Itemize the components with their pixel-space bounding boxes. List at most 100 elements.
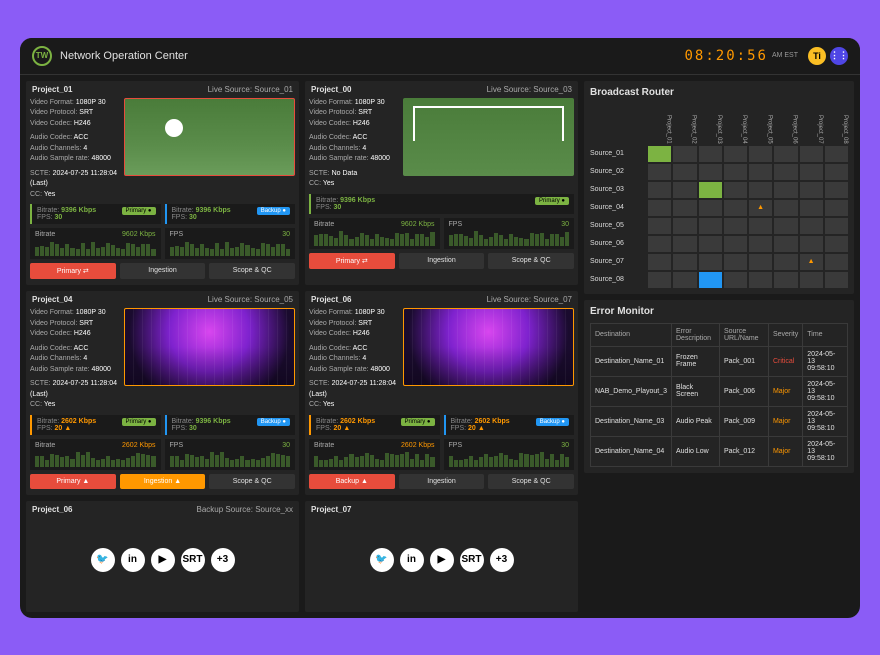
project-button[interactable]: Ingestion <box>120 263 206 279</box>
router-cell[interactable] <box>673 236 696 252</box>
router-cell[interactable] <box>825 200 848 216</box>
social-icon[interactable]: 🐦 <box>91 548 115 572</box>
router-cell[interactable] <box>825 272 848 288</box>
project-button[interactable]: Ingestion <box>399 253 485 269</box>
router-cell[interactable] <box>774 236 797 252</box>
router-cell[interactable] <box>749 218 772 234</box>
router-cell[interactable] <box>673 254 696 270</box>
router-cell[interactable] <box>800 218 823 234</box>
router-cell[interactable] <box>699 254 722 270</box>
router-cell[interactable] <box>825 182 848 198</box>
router-cell[interactable] <box>724 272 747 288</box>
router-cell[interactable] <box>724 146 747 162</box>
router-cell[interactable] <box>774 200 797 216</box>
router-cell[interactable] <box>724 182 747 198</box>
router-cell[interactable] <box>648 236 671 252</box>
router-cell[interactable] <box>648 146 671 162</box>
router-cell[interactable] <box>673 146 696 162</box>
router-cell[interactable] <box>800 200 823 216</box>
router-cell[interactable] <box>699 236 722 252</box>
router-cell[interactable] <box>699 272 722 288</box>
video-thumbnail[interactable] <box>124 98 295 176</box>
project-button[interactable]: Ingestion ▲ <box>120 474 206 489</box>
social-icon[interactable]: SRT <box>181 548 205 572</box>
project-button[interactable]: Scope & QC <box>209 263 295 279</box>
router-cell[interactable] <box>749 236 772 252</box>
social-icon[interactable]: +3 <box>211 548 235 572</box>
router-cell[interactable] <box>749 182 772 198</box>
router-col-header: Project_07 <box>800 104 823 144</box>
router-cell[interactable] <box>800 272 823 288</box>
router-cell[interactable] <box>825 236 848 252</box>
router-cell[interactable] <box>699 164 722 180</box>
project-button[interactable]: Backup ▲ <box>309 474 395 489</box>
router-cell[interactable] <box>673 218 696 234</box>
social-icon[interactable]: SRT <box>460 548 484 572</box>
router-cell[interactable] <box>825 218 848 234</box>
router-cell[interactable] <box>825 164 848 180</box>
router-cell[interactable] <box>800 236 823 252</box>
router-cell[interactable] <box>800 254 823 270</box>
router-cell[interactable] <box>749 146 772 162</box>
social-icon[interactable]: +3 <box>490 548 514 572</box>
project-button[interactable]: Primary ⇄ <box>30 263 116 279</box>
error-row[interactable]: Destination_Name_03Audio PeakPack_009Maj… <box>591 406 848 436</box>
router-cell[interactable] <box>774 164 797 180</box>
video-thumbnail[interactable] <box>124 308 295 386</box>
project-button[interactable]: Primary ▲ <box>30 474 116 489</box>
router-cell[interactable] <box>648 182 671 198</box>
router-cell[interactable] <box>648 272 671 288</box>
router-cell[interactable] <box>774 146 797 162</box>
router-cell[interactable] <box>648 218 671 234</box>
router-cell[interactable] <box>699 146 722 162</box>
social-icon[interactable]: ▶ <box>430 548 454 572</box>
router-cell[interactable] <box>724 164 747 180</box>
router-row-label: Source_02 <box>590 164 646 180</box>
video-thumbnail[interactable] <box>403 98 574 176</box>
user-badge-icon[interactable]: Ti <box>808 47 826 65</box>
social-icon[interactable]: 🐦 <box>370 548 394 572</box>
router-cell[interactable] <box>724 236 747 252</box>
router-cell[interactable] <box>648 254 671 270</box>
project-button[interactable]: Scope & QC <box>488 474 574 489</box>
router-cell[interactable] <box>800 146 823 162</box>
router-cell[interactable] <box>673 182 696 198</box>
project-button[interactable]: Scope & QC <box>209 474 295 489</box>
router-cell[interactable] <box>673 272 696 288</box>
router-cell[interactable] <box>648 164 671 180</box>
router-cell[interactable] <box>749 254 772 270</box>
router-cell[interactable] <box>724 254 747 270</box>
social-icon[interactable]: in <box>121 548 145 572</box>
router-cell[interactable] <box>774 182 797 198</box>
project-name: Project_06 <box>311 295 351 304</box>
project-button[interactable]: Scope & QC <box>488 253 574 269</box>
router-cell[interactable] <box>749 164 772 180</box>
router-cell[interactable] <box>800 164 823 180</box>
router-cell[interactable] <box>724 200 747 216</box>
router-cell[interactable] <box>673 164 696 180</box>
router-cell[interactable] <box>825 254 848 270</box>
social-icon[interactable]: ▶ <box>151 548 175 572</box>
router-cell[interactable] <box>749 272 772 288</box>
router-cell[interactable] <box>774 218 797 234</box>
social-icon[interactable]: in <box>400 548 424 572</box>
router-cell[interactable] <box>699 218 722 234</box>
router-cell[interactable] <box>774 272 797 288</box>
router-cell[interactable] <box>749 200 772 216</box>
router-cell[interactable] <box>774 254 797 270</box>
error-row[interactable]: Destination_Name_04Audio LowPack_012Majo… <box>591 436 848 466</box>
error-row[interactable]: Destination_Name_01Frozen FramePack_001C… <box>591 346 848 376</box>
router-cell[interactable] <box>699 200 722 216</box>
router-cell[interactable] <box>800 182 823 198</box>
router-cell[interactable] <box>699 182 722 198</box>
video-thumbnail[interactable] <box>403 308 574 386</box>
router-cell[interactable] <box>673 200 696 216</box>
project-button[interactable]: Ingestion <box>399 474 485 489</box>
error-row[interactable]: NAB_Demo_Playout_3Black ScreenPack_006Ma… <box>591 376 848 406</box>
router-cell[interactable] <box>724 218 747 234</box>
router-cell[interactable] <box>648 200 671 216</box>
error-table: DestinationError DescriptionSource URL/N… <box>590 323 848 467</box>
project-button[interactable]: Primary ⇄ <box>309 253 395 269</box>
menu-icon[interactable]: ⋮⋮ <box>830 47 848 65</box>
router-cell[interactable] <box>825 146 848 162</box>
